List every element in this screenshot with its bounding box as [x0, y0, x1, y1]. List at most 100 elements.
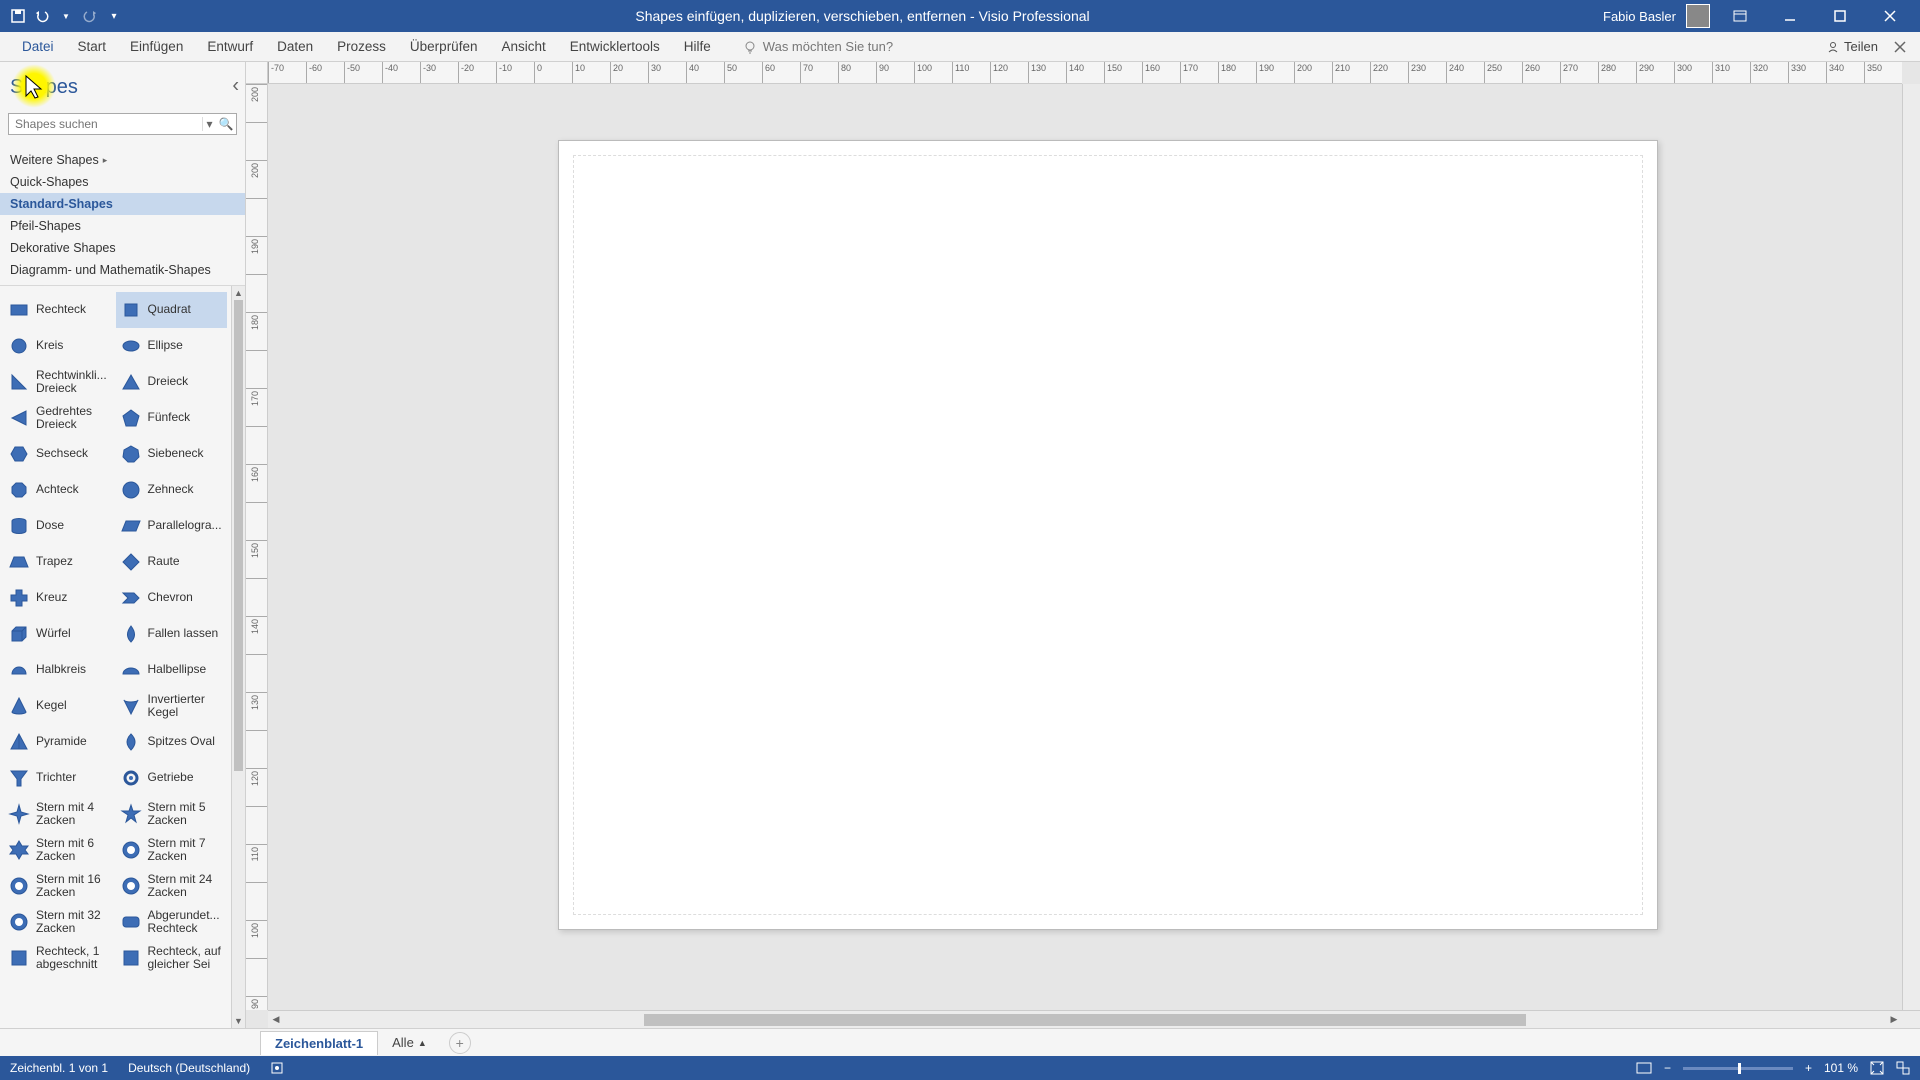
shape-item[interactable]: Stern mit 5 Zacken [116, 796, 228, 832]
shape-item[interactable]: Dose [4, 508, 116, 544]
shape-item[interactable]: Stern mit 4 Zacken [4, 796, 116, 832]
h-scroll-thumb[interactable] [644, 1014, 1525, 1026]
page-sheet[interactable] [558, 140, 1658, 930]
macro-record-icon[interactable] [270, 1061, 284, 1075]
shape-item[interactable]: Halbellipse [116, 652, 228, 688]
ribbon-display-options-icon[interactable] [1720, 0, 1760, 32]
shape-item[interactable]: Achteck [4, 472, 116, 508]
shape-item-icon [120, 839, 142, 861]
tab-entwurf[interactable]: Entwurf [195, 32, 265, 62]
canvas-horizontal-scrollbar[interactable]: ◀ ▶ [268, 1010, 1902, 1028]
tab-start[interactable]: Start [66, 32, 119, 62]
shape-item[interactable]: Siebeneck [116, 436, 228, 472]
shape-item-label: Rechteck, 1 abgeschnitt [36, 945, 112, 971]
tab-einfuegen[interactable]: Einfügen [118, 32, 195, 62]
tab-ueberpruefen[interactable]: Überprüfen [398, 32, 490, 62]
shape-item[interactable]: Fallen lassen [116, 616, 228, 652]
close-document-icon[interactable] [1890, 37, 1910, 57]
shape-item[interactable]: Ellipse [116, 328, 228, 364]
shape-item[interactable]: Getriebe [116, 760, 228, 796]
maximize-icon[interactable] [1820, 0, 1860, 32]
shape-item[interactable]: Stern mit 24 Zacken [116, 868, 228, 904]
shape-item-label: Abgerundet... Rechteck [148, 909, 224, 935]
tab-prozess[interactable]: Prozess [325, 32, 398, 62]
shape-item[interactable]: Raute [116, 544, 228, 580]
search-dropdown-icon[interactable]: ▾ [202, 117, 216, 131]
shape-item[interactable]: Zehneck [116, 472, 228, 508]
shape-item[interactable]: Trichter [4, 760, 116, 796]
shape-item[interactable]: Chevron [116, 580, 228, 616]
collapse-panel-icon[interactable]: ‹ [232, 74, 239, 97]
stencil-item[interactable]: Quick-Shapes [0, 171, 245, 193]
shape-item[interactable]: Stern mit 32 Zacken [4, 904, 116, 940]
stencil-item[interactable]: Dekorative Shapes [0, 237, 245, 259]
shape-item[interactable]: Abgerundet... Rechteck [116, 904, 228, 940]
save-icon[interactable] [10, 8, 26, 24]
sheet-all-button[interactable]: Alle▲ [382, 1031, 437, 1054]
share-button[interactable]: Teilen [1826, 39, 1878, 54]
user-name[interactable]: Fabio Basler [1603, 9, 1676, 24]
shape-item[interactable]: Kegel [4, 688, 116, 724]
shape-item[interactable]: Kreis [4, 328, 116, 364]
stencil-item[interactable]: Standard-Shapes [0, 193, 245, 215]
redo-icon[interactable] [82, 8, 98, 24]
shape-item[interactable]: Stern mit 6 Zacken [4, 832, 116, 868]
tab-ansicht[interactable]: Ansicht [489, 32, 557, 62]
shape-item[interactable]: Stern mit 7 Zacken [116, 832, 228, 868]
tab-datei[interactable]: Datei [10, 32, 66, 62]
tab-entwicklertools[interactable]: Entwicklertools [558, 32, 672, 62]
zoom-slider[interactable] [1683, 1067, 1793, 1070]
shape-item[interactable]: Spitzes Oval [116, 724, 228, 760]
tab-hilfe[interactable]: Hilfe [672, 32, 723, 62]
shape-item[interactable]: Kreuz [4, 580, 116, 616]
zoom-in-icon[interactable]: + [1805, 1061, 1812, 1075]
shapes-title: Shapes [10, 76, 78, 98]
shape-item-label: Chevron [148, 591, 193, 604]
pan-zoom-icon[interactable] [1896, 1061, 1910, 1075]
shape-item[interactable]: Halbkreis [4, 652, 116, 688]
shape-item[interactable]: Rechteck, 1 abgeschnitt [4, 940, 116, 976]
shape-item[interactable]: Würfel [4, 616, 116, 652]
shape-item[interactable]: Dreieck [116, 364, 228, 400]
drawing-canvas[interactable] [268, 84, 1902, 1010]
shape-item[interactable]: Gedrehtes Dreieck [4, 400, 116, 436]
language-status[interactable]: Deutsch (Deutschland) [128, 1061, 250, 1075]
canvas-vertical-scrollbar[interactable] [1902, 84, 1920, 1010]
shapes-search-input[interactable] [9, 117, 202, 131]
add-sheet-button[interactable]: + [449, 1032, 471, 1054]
shape-item[interactable]: Fünfeck [116, 400, 228, 436]
close-icon[interactable] [1870, 0, 1910, 32]
minimize-icon[interactable] [1770, 0, 1810, 32]
search-go-icon[interactable]: 🔍 [216, 117, 236, 131]
presentation-mode-icon[interactable] [1636, 1062, 1652, 1074]
shape-item[interactable]: Rechteck [4, 292, 116, 328]
shape-item[interactable]: Trapez [4, 544, 116, 580]
shape-item[interactable]: Parallelogra... [116, 508, 228, 544]
tell-me-box[interactable]: Was möchten Sie tun? [743, 39, 893, 54]
shape-item[interactable]: Rechteck, auf gleicher Sei [116, 940, 228, 976]
zoom-level[interactable]: 101 % [1824, 1061, 1858, 1075]
shape-item-label: Stern mit 16 Zacken [36, 873, 112, 899]
tab-daten[interactable]: Daten [265, 32, 325, 62]
shape-item[interactable]: Pyramide [4, 724, 116, 760]
shape-item[interactable]: Sechseck [4, 436, 116, 472]
stencil-item[interactable]: Weitere Shapes▸ [0, 149, 245, 171]
shapes-search-box[interactable]: ▾ 🔍 [8, 113, 237, 135]
fit-window-icon[interactable] [1870, 1061, 1884, 1075]
shape-item[interactable]: Invertierter Kegel [116, 688, 228, 724]
customize-qat-icon[interactable]: ▾ [106, 8, 122, 24]
undo-dropdown-icon[interactable]: ▼ [58, 8, 74, 24]
zoom-out-icon[interactable]: − [1664, 1061, 1671, 1075]
scroll-thumb[interactable] [234, 300, 243, 771]
shape-item[interactable]: Rechtwinkli... Dreieck [4, 364, 116, 400]
stencil-item[interactable]: Pfeil-Shapes [0, 215, 245, 237]
scroll-up-icon[interactable]: ▲ [232, 286, 245, 300]
undo-icon[interactable] [34, 8, 50, 24]
shape-item[interactable]: Quadrat [116, 292, 228, 328]
shape-item[interactable]: Stern mit 16 Zacken [4, 868, 116, 904]
user-avatar[interactable] [1686, 4, 1710, 28]
shapes-scrollbar[interactable]: ▲ ▼ [231, 286, 245, 1028]
sheet-tab-1[interactable]: Zeichenblatt-1 [260, 1031, 378, 1055]
scroll-down-icon[interactable]: ▼ [232, 1014, 245, 1028]
stencil-item[interactable]: Diagramm- und Mathematik-Shapes [0, 259, 245, 281]
